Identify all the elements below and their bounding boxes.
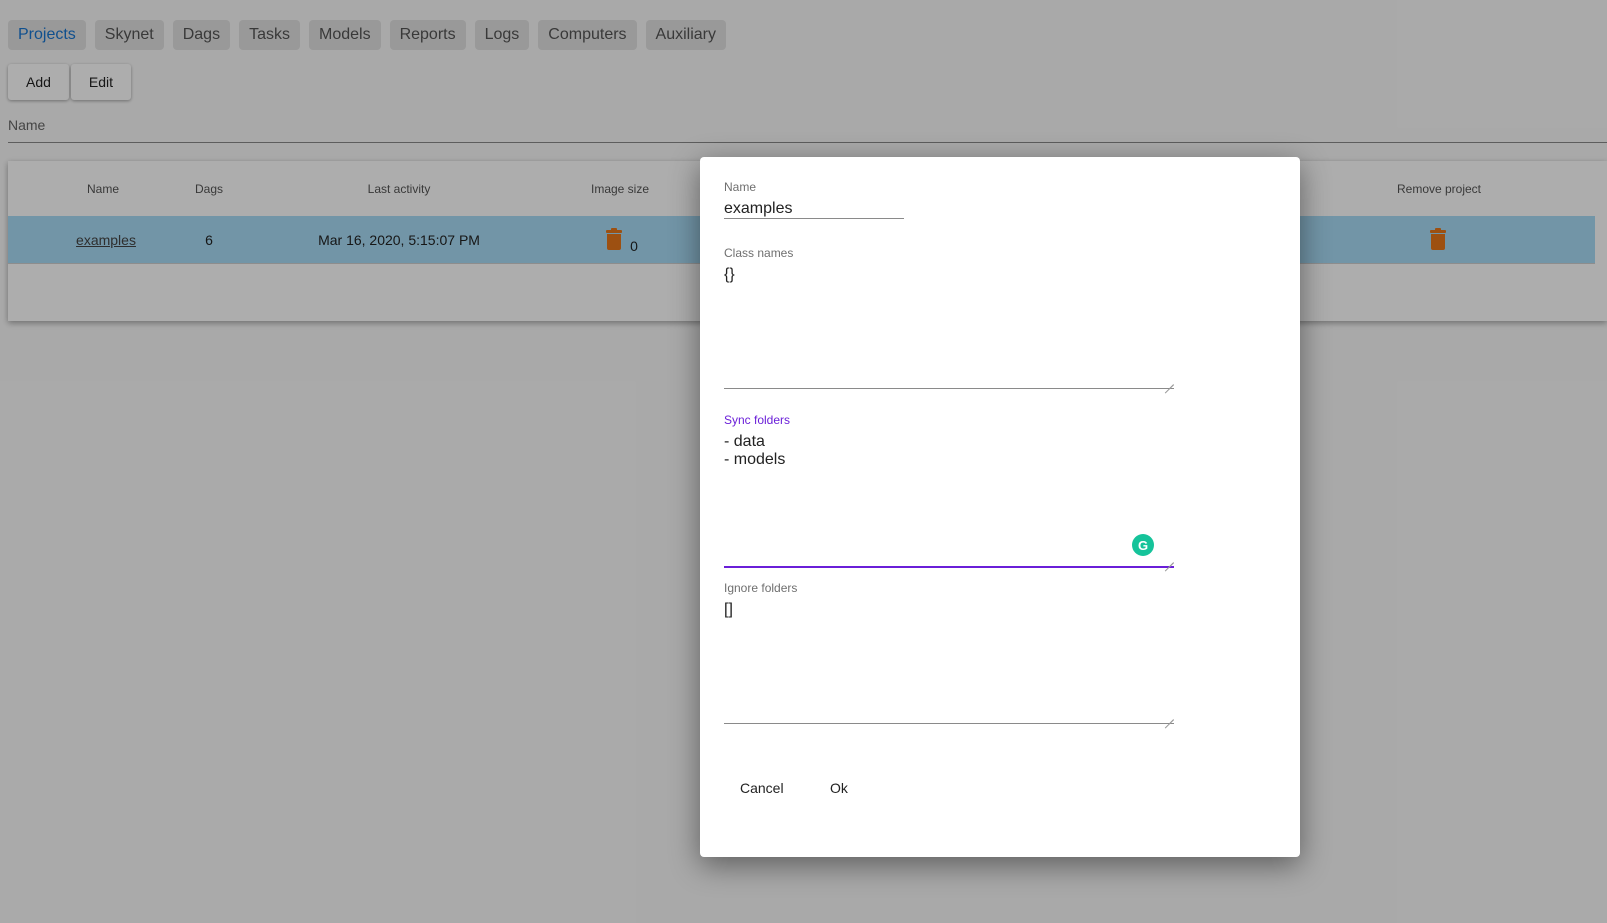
ok-button[interactable]: Ok [814,774,864,802]
resize-handle-icon[interactable] [1164,375,1174,385]
sync-folders-field: Sync folders - data - models G [724,413,1174,568]
name-field: Name examples [724,180,904,219]
sync-folders-textarea[interactable]: - data - models G [724,427,1174,568]
class-names-value: {} [724,266,735,283]
edit-project-dialog: Name examples Class names {} Sync folder… [700,157,1300,857]
class-names-textarea[interactable]: {} [724,260,1174,389]
resize-handle-icon[interactable] [1164,553,1174,563]
name-input-value: examples [724,200,793,217]
class-names-field: Class names {} [724,246,1174,389]
class-names-label: Class names [724,246,794,260]
ignore-folders-label: Ignore folders [724,581,798,595]
sync-folders-value: - data - models [724,433,786,468]
ignore-folders-field: Ignore folders [] [724,581,1174,724]
cancel-button[interactable]: Cancel [724,774,800,802]
ignore-folders-value: [] [724,601,733,618]
ignore-folders-textarea[interactable]: [] [724,595,1174,724]
name-input[interactable]: examples [724,194,904,219]
resize-handle-icon[interactable] [1164,710,1174,720]
grammarly-icon[interactable]: G [1132,534,1154,556]
name-label: Name [724,180,757,194]
sync-folders-label: Sync folders [724,413,791,427]
page: Projects Skynet Dags Tasks Models Report… [0,0,1607,923]
